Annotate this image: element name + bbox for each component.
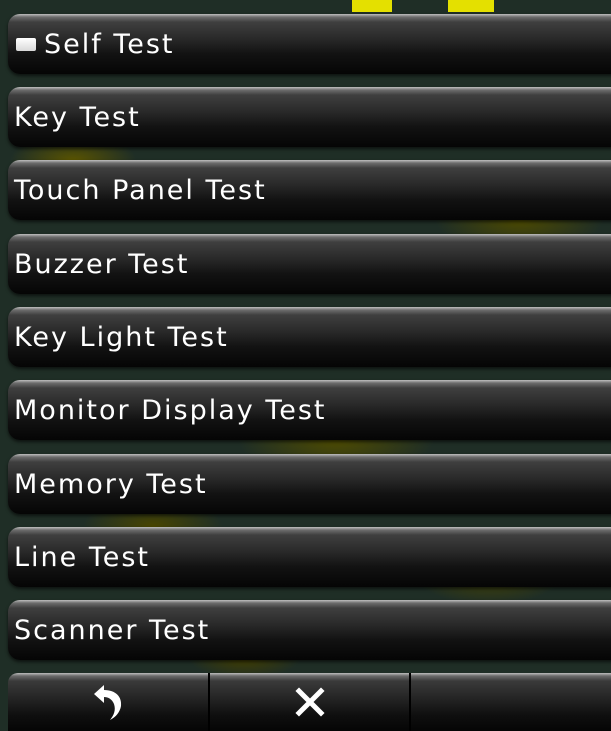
menu-item-label: Touch Panel Test	[14, 174, 267, 206]
menu-item-buzzer-test[interactable]: Buzzer Test	[8, 234, 611, 294]
menu-item-touch-panel-test[interactable]: Touch Panel Test	[8, 160, 611, 220]
menu-item-label: Monitor Display Test	[14, 394, 327, 426]
menu-item-label: Key Test	[14, 101, 141, 133]
close-button[interactable]	[209, 673, 412, 731]
menu-item-label: Line Test	[14, 541, 151, 573]
map-highlight	[352, 0, 392, 12]
menu-item-key-test[interactable]: Key Test	[8, 87, 611, 147]
menu-item-label: Key Light Test	[14, 321, 229, 353]
checkbox-icon	[16, 37, 36, 51]
menu-item-label: Self Test	[44, 28, 175, 60]
empty-toolbar-button[interactable]	[411, 673, 611, 731]
menu-item-label: Scanner Test	[14, 614, 211, 646]
map-highlight	[448, 0, 494, 12]
menu-item-line-test[interactable]: Line Test	[8, 527, 611, 587]
bottom-toolbar	[8, 673, 611, 731]
screen: Self Test Key Test Touch Panel Test Buzz…	[0, 0, 611, 731]
menu-item-monitor-display-test[interactable]: Monitor Display Test	[8, 380, 611, 440]
menu-item-label: Buzzer Test	[14, 248, 190, 280]
back-arrow-icon	[93, 685, 121, 720]
menu-item-key-light-test[interactable]: Key Light Test	[8, 307, 611, 367]
menu-item-scanner-test[interactable]: Scanner Test	[8, 600, 611, 660]
menu-item-memory-test[interactable]: Memory Test	[8, 454, 611, 514]
menu-item-self-test[interactable]: Self Test	[8, 14, 611, 74]
close-icon	[294, 687, 325, 717]
back-button[interactable]	[8, 673, 210, 731]
menu-item-label: Memory Test	[14, 468, 208, 500]
